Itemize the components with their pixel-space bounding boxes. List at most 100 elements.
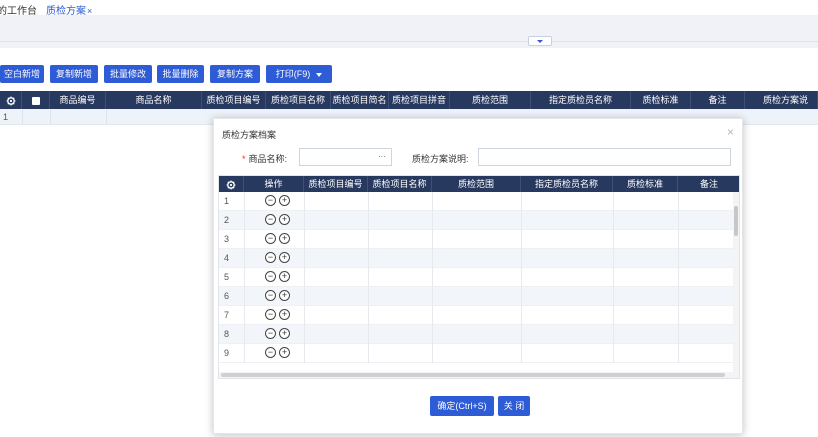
- lookup-icon[interactable]: ···: [378, 152, 386, 161]
- grid-settings-icon[interactable]: [0, 91, 22, 109]
- divider: [244, 306, 245, 325]
- select-all-checkbox[interactable]: [22, 91, 50, 109]
- divider: [521, 249, 522, 268]
- divider: [678, 344, 679, 363]
- dcol-remark[interactable]: 备注: [678, 176, 739, 192]
- divider: [304, 344, 305, 363]
- divider: [432, 287, 433, 306]
- table-row[interactable]: 6 − +: [219, 287, 735, 306]
- scrollbar-thumb[interactable]: [221, 373, 725, 377]
- col-scope[interactable]: 质检范围: [450, 91, 531, 109]
- add-row-icon[interactable]: +: [279, 252, 290, 263]
- print-button[interactable]: 打印(F9): [266, 65, 332, 83]
- dcol-item-name[interactable]: 质检项目名称: [368, 176, 432, 192]
- remove-row-icon[interactable]: −: [265, 290, 276, 301]
- add-row-icon[interactable]: +: [279, 195, 290, 206]
- detail-settings-icon[interactable]: [219, 176, 244, 192]
- divider: [244, 211, 245, 230]
- divider: [244, 249, 245, 268]
- divider: [678, 325, 679, 344]
- table-row[interactable]: 8 − +: [219, 325, 735, 344]
- remove-row-icon[interactable]: −: [265, 309, 276, 320]
- col-item-short-name[interactable]: 质检项目简名: [331, 91, 389, 109]
- divider: [304, 287, 305, 306]
- table-row[interactable]: 4 − +: [219, 249, 735, 268]
- query-panel: [0, 15, 818, 48]
- row-number: 6: [224, 291, 230, 301]
- divider: [678, 249, 679, 268]
- col-product-name[interactable]: 商品名称: [106, 91, 202, 109]
- add-row-icon[interactable]: +: [279, 233, 290, 244]
- divider: [613, 192, 614, 211]
- table-row[interactable]: 5 − +: [219, 268, 735, 287]
- close-button[interactable]: 关 闭: [498, 396, 530, 416]
- row-number: 4: [224, 253, 230, 263]
- divider: [432, 192, 433, 211]
- row-number: 1: [224, 196, 230, 206]
- table-row[interactable]: 9 − +: [219, 344, 735, 363]
- divider: [678, 306, 679, 325]
- remove-row-icon[interactable]: −: [265, 252, 276, 263]
- plan-desc-input[interactable]: [478, 148, 731, 166]
- horizontal-scrollbar[interactable]: [219, 372, 735, 378]
- product-name-input[interactable]: ···: [299, 148, 392, 166]
- table-row[interactable]: 1 − +: [219, 192, 735, 211]
- dcol-inspector[interactable]: 指定质检员名称: [521, 176, 613, 192]
- remove-row-icon[interactable]: −: [265, 271, 276, 282]
- row-number: 9: [224, 348, 230, 358]
- confirm-button[interactable]: 确定(Ctrl+S): [430, 396, 494, 416]
- add-row-icon[interactable]: +: [279, 309, 290, 320]
- scrollbar-thumb[interactable]: [734, 206, 738, 236]
- divider: [304, 192, 305, 211]
- remove-row-icon[interactable]: −: [265, 233, 276, 244]
- col-standard[interactable]: 质检标准: [631, 91, 691, 109]
- add-row-icon[interactable]: +: [279, 290, 290, 301]
- divider: [613, 249, 614, 268]
- copy-plan-button[interactable]: 复制方案: [210, 65, 260, 83]
- add-row-icon[interactable]: +: [279, 271, 290, 282]
- divider: [304, 249, 305, 268]
- divider: [368, 344, 369, 363]
- remove-row-icon[interactable]: −: [265, 195, 276, 206]
- col-product-code[interactable]: 商品编号: [50, 91, 106, 109]
- batch-edit-button[interactable]: 批量修改: [104, 65, 152, 83]
- expand-query-button[interactable]: [528, 36, 552, 46]
- divider: [22, 109, 23, 125]
- divider: [521, 306, 522, 325]
- add-row-icon[interactable]: +: [279, 214, 290, 225]
- divider: [368, 268, 369, 287]
- divider: [613, 344, 614, 363]
- col-plan-desc[interactable]: 质检方案说: [745, 91, 818, 109]
- divider: [304, 325, 305, 344]
- divider: [244, 325, 245, 344]
- col-item-code[interactable]: 质检项目编号: [202, 91, 266, 109]
- remove-row-icon[interactable]: −: [265, 328, 276, 339]
- add-row-icon[interactable]: +: [279, 347, 290, 358]
- dcol-scope[interactable]: 质检范围: [432, 176, 521, 192]
- remove-row-icon[interactable]: −: [265, 214, 276, 225]
- copy-add-button[interactable]: 复制新增: [50, 65, 98, 83]
- divider: [304, 268, 305, 287]
- divider: [613, 325, 614, 344]
- col-inspector[interactable]: 指定质检员名称: [531, 91, 631, 109]
- col-item-name[interactable]: 质检项目名称: [266, 91, 331, 109]
- remove-row-icon[interactable]: −: [265, 347, 276, 358]
- close-icon[interactable]: ×: [727, 125, 734, 139]
- divider: [304, 230, 305, 249]
- table-row[interactable]: 2 − +: [219, 211, 735, 230]
- blank-add-button[interactable]: 空白新增: [0, 65, 44, 83]
- row-number: 3: [224, 234, 230, 244]
- checkbox-icon: [31, 96, 40, 105]
- col-item-pinyin[interactable]: 质检项目拼音: [389, 91, 450, 109]
- col-remark[interactable]: 备注: [691, 91, 745, 109]
- table-row[interactable]: 7 − +: [219, 306, 735, 325]
- dcol-standard[interactable]: 质检标准: [613, 176, 678, 192]
- table-row[interactable]: 3 − +: [219, 230, 735, 249]
- add-row-icon[interactable]: +: [279, 328, 290, 339]
- dcol-item-code[interactable]: 质检项目编号: [304, 176, 368, 192]
- divider: [521, 344, 522, 363]
- print-label: 打印(F9): [275, 69, 311, 79]
- vertical-scrollbar[interactable]: [733, 192, 739, 378]
- batch-delete-button[interactable]: 批量删除: [157, 65, 204, 83]
- row-number: 8: [224, 329, 230, 339]
